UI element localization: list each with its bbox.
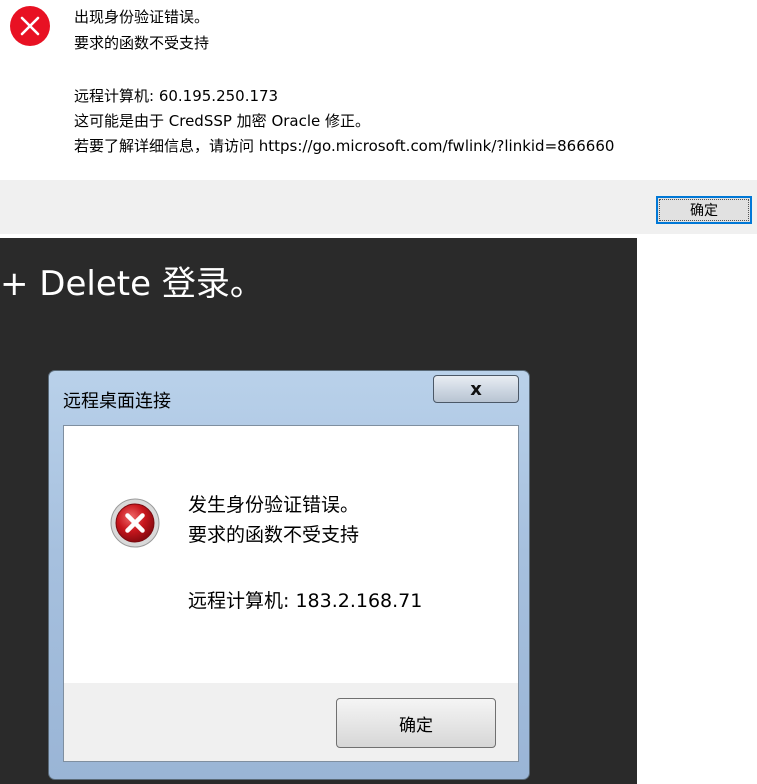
error-message-line2: 要求的函数不受支持 [74,34,210,52]
dialog-content: 发生身份验证错误。 要求的函数不受支持 远程计算机: 183.2.168.71 [63,425,519,685]
ok-button[interactable]: 确定 [336,698,496,748]
top-error-dialog: 出现身份验证错误。 要求的函数不受支持 远程计算机: 60.195.250.17… [0,0,757,234]
error-message-line1: 发生身份验证错误。 [188,494,360,516]
cause-text: 这可能是由于 CredSSP 加密 Oracle 修正。 [74,112,371,130]
focus-rect [659,199,749,221]
error-message-line2: 要求的函数不受支持 [188,524,360,546]
remote-computer-text: 远程计算机: 60.195.250.173 [74,87,279,105]
login-hint-text: + Delete 登录。 [0,264,264,304]
ok-button-label: 确定 [399,715,433,736]
remote-desktop-dialog: 远程桌面连接 x 发生身份验证错误。 要求的函数不受支持 远程计算机: 183.… [48,370,530,780]
more-info-text: 若要了解详细信息，请访问 https://go.microsoft.com/fw… [74,137,615,155]
dialog-title: 远程桌面连接 [63,391,171,412]
ok-button[interactable]: 确定 [656,196,752,224]
error-message-line1: 出现身份验证错误。 [74,8,210,26]
error-x-icon [108,496,162,550]
error-x-icon [10,6,50,46]
login-screen: + Delete 登录。 远程桌面连接 x 发生身份验证错误。 要求的函数不受支… [0,238,637,784]
remote-computer-text: 远程计算机: 183.2.168.71 [188,590,423,612]
dialog-footer [0,180,757,234]
dialog-footer: 确定 [63,683,519,762]
close-icon: x [470,378,482,400]
close-button[interactable]: x [433,375,519,403]
